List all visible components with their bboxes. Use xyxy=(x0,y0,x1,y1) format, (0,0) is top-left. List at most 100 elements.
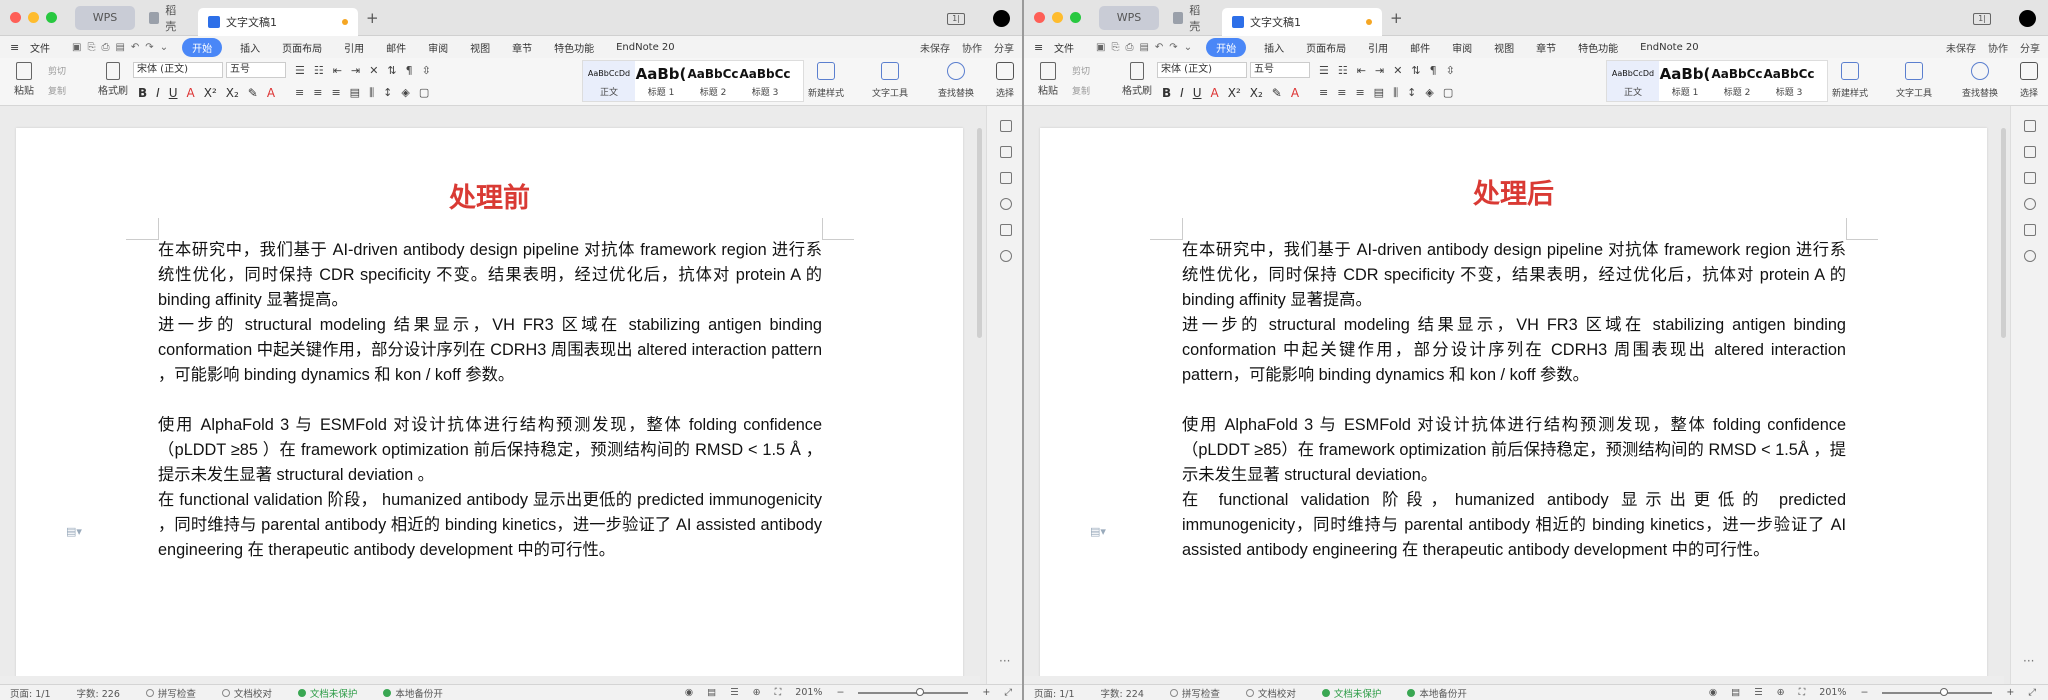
chinese-layout-icon[interactable]: ✕ xyxy=(369,64,378,77)
new-style-button[interactable]: 新建样式 xyxy=(1832,62,1868,99)
zoom-slider[interactable] xyxy=(858,687,969,696)
menu-review[interactable]: 审阅 xyxy=(1452,40,1472,55)
find-replace-button[interactable]: 查找替换 xyxy=(938,62,974,99)
font-size-select[interactable]: 五号 xyxy=(1250,62,1310,78)
new-tab-button[interactable]: + xyxy=(1390,9,1403,27)
tab-document[interactable]: 文字文稿1 xyxy=(198,7,358,36)
eye-icon[interactable]: ◉ xyxy=(685,687,693,698)
paint-icon[interactable] xyxy=(2023,172,2036,184)
bullet-list-icon[interactable]: ☰ xyxy=(1319,64,1329,77)
document-body[interactable]: 在本研究中，我们基于 AI-driven antibody design pip… xyxy=(158,238,822,563)
document-protection[interactable]: 文档未保护 xyxy=(297,686,357,700)
document-body[interactable]: 在本研究中，我们基于 AI-driven antibody design pip… xyxy=(1182,238,1846,563)
format-painter-button[interactable]: 格式刷 xyxy=(98,62,128,97)
menu-view[interactable]: 视图 xyxy=(470,40,490,55)
image-icon[interactable] xyxy=(2023,224,2036,236)
unsaved-status[interactable]: 未保存 xyxy=(920,40,950,55)
show-marks-icon[interactable]: ¶ xyxy=(1430,64,1437,77)
scroll-thumb[interactable] xyxy=(977,128,982,338)
highlight-button[interactable]: ✎ xyxy=(248,86,258,100)
spacing-icon[interactable]: ⇳ xyxy=(422,64,431,77)
dropdown-chevron-icon[interactable]: ⌄ xyxy=(1184,42,1192,53)
dropdown-chevron-icon[interactable]: ⌄ xyxy=(160,42,168,53)
avatar[interactable] xyxy=(993,10,1010,27)
share-button[interactable]: 分享 xyxy=(2020,40,2040,55)
find-replace-button[interactable]: 查找替换 xyxy=(1962,62,1998,99)
print-icon[interactable]: ⎙ xyxy=(1125,42,1133,53)
avatar[interactable] xyxy=(2019,10,2036,27)
font-color-button[interactable]: A xyxy=(267,86,275,100)
copy-button[interactable]: 复制 xyxy=(48,84,66,97)
align-right-icon[interactable]: ≡ xyxy=(331,86,340,100)
style-heading-2[interactable]: AaBbCc 标题 2 xyxy=(687,61,739,101)
tab-docer[interactable]: 稻壳 xyxy=(139,4,194,33)
format-painter-button[interactable]: 格式刷 xyxy=(1122,62,1152,97)
page-count[interactable]: 页面: 1/1 xyxy=(1034,686,1075,700)
history-icon[interactable] xyxy=(999,250,1012,262)
menu-page-layout[interactable]: 页面布局 xyxy=(1306,40,1346,55)
web-view-icon[interactable]: ⊕ xyxy=(753,687,761,698)
export-icon[interactable]: ⎘ xyxy=(1111,42,1119,53)
hamburger-menu-icon[interactable]: ≡ xyxy=(10,41,22,54)
menu-section[interactable]: 章节 xyxy=(1536,40,1556,55)
style-heading-3[interactable]: AaBbCc 标题 3 xyxy=(1763,61,1815,101)
paragraph-layout-icon[interactable]: ▤▾ xyxy=(66,525,82,538)
print-icon[interactable]: ⎙ xyxy=(101,42,109,53)
image-icon[interactable] xyxy=(999,224,1012,236)
spell-check[interactable]: 拼写检查 xyxy=(145,686,196,700)
fullscreen-icon[interactable]: ⤢ xyxy=(2028,687,2036,698)
paragraph-layout-icon[interactable]: ▤▾ xyxy=(1090,525,1106,538)
zoom-slider-knob[interactable] xyxy=(1940,687,1949,696)
menu-insert[interactable]: 插入 xyxy=(1264,40,1284,55)
line-spacing-icon[interactable]: ↕ xyxy=(383,86,392,100)
align-left-icon[interactable]: ≡ xyxy=(295,86,304,100)
style-heading-3[interactable]: AaBbCc 标题 3 xyxy=(739,61,791,101)
local-backup[interactable]: 本地备份开 xyxy=(1407,686,1467,700)
indent-decrease-icon[interactable]: ⇤ xyxy=(333,64,342,77)
highlight-button[interactable]: ✎ xyxy=(1272,86,1282,100)
close-window-button[interactable] xyxy=(10,12,21,23)
save-icon[interactable]: ▣ xyxy=(72,42,81,53)
underline-button[interactable]: U xyxy=(1193,86,1202,100)
numbered-list-icon[interactable]: ☷ xyxy=(1338,64,1348,77)
menu-home[interactable]: 开始 xyxy=(182,37,223,57)
italic-button[interactable]: I xyxy=(156,86,160,100)
document-page[interactable]: 处理前 在本研究中，我们基于 AI-driven antibody design… xyxy=(16,128,963,684)
new-style-button[interactable]: 新建样式 xyxy=(808,62,844,99)
distribute-icon[interactable]: ⫼ xyxy=(1393,86,1398,100)
more-icon[interactable]: ··· xyxy=(999,654,1010,668)
menu-file[interactable]: 文件 xyxy=(1054,40,1074,55)
menu-mailings[interactable]: 邮件 xyxy=(1410,40,1430,55)
page-view-icon[interactable]: ▤ xyxy=(707,687,716,698)
menu-file[interactable]: 文件 xyxy=(30,40,50,55)
paste-button[interactable]: 粘贴 xyxy=(1034,62,1062,97)
text-tools-button[interactable]: 文字工具 xyxy=(872,62,908,99)
outline-view-icon[interactable]: ☰ xyxy=(1754,687,1763,698)
maximize-window-button[interactable] xyxy=(46,12,57,23)
fit-page-icon[interactable]: ⛶ xyxy=(1799,687,1806,698)
menu-section[interactable]: 章节 xyxy=(512,40,532,55)
settings-icon[interactable] xyxy=(2023,198,2036,210)
strikethrough-button[interactable]: A xyxy=(187,86,195,100)
menu-view[interactable]: 视图 xyxy=(1494,40,1514,55)
italic-button[interactable]: I xyxy=(1180,86,1184,100)
show-marks-icon[interactable]: ¶ xyxy=(406,64,413,77)
outline-view-icon[interactable]: ☰ xyxy=(730,687,739,698)
new-tab-button[interactable]: + xyxy=(366,9,379,27)
sort-icon[interactable]: ⇅ xyxy=(387,64,396,77)
zoom-in-icon[interactable]: + xyxy=(982,687,990,698)
zoom-slider[interactable] xyxy=(1882,687,1993,696)
tab-docer[interactable]: 稻壳 xyxy=(1163,4,1218,33)
menu-review[interactable]: 审阅 xyxy=(428,40,448,55)
fullscreen-icon[interactable]: ⤢ xyxy=(1004,687,1012,698)
distribute-icon[interactable]: ⫼ xyxy=(369,86,374,100)
menu-insert[interactable]: 插入 xyxy=(240,40,260,55)
align-center-icon[interactable]: ≡ xyxy=(313,86,322,100)
vertical-scrollbar[interactable] xyxy=(2000,114,2008,674)
subscript-button[interactable]: X₂ xyxy=(1250,86,1263,100)
superscript-button[interactable]: X² xyxy=(1228,86,1241,100)
line-spacing-icon[interactable]: ↕ xyxy=(1407,86,1416,100)
border-icon[interactable]: ▢ xyxy=(419,86,429,100)
save-icon[interactable]: ▣ xyxy=(1096,42,1105,53)
zoom-out-icon[interactable]: − xyxy=(1860,687,1868,698)
